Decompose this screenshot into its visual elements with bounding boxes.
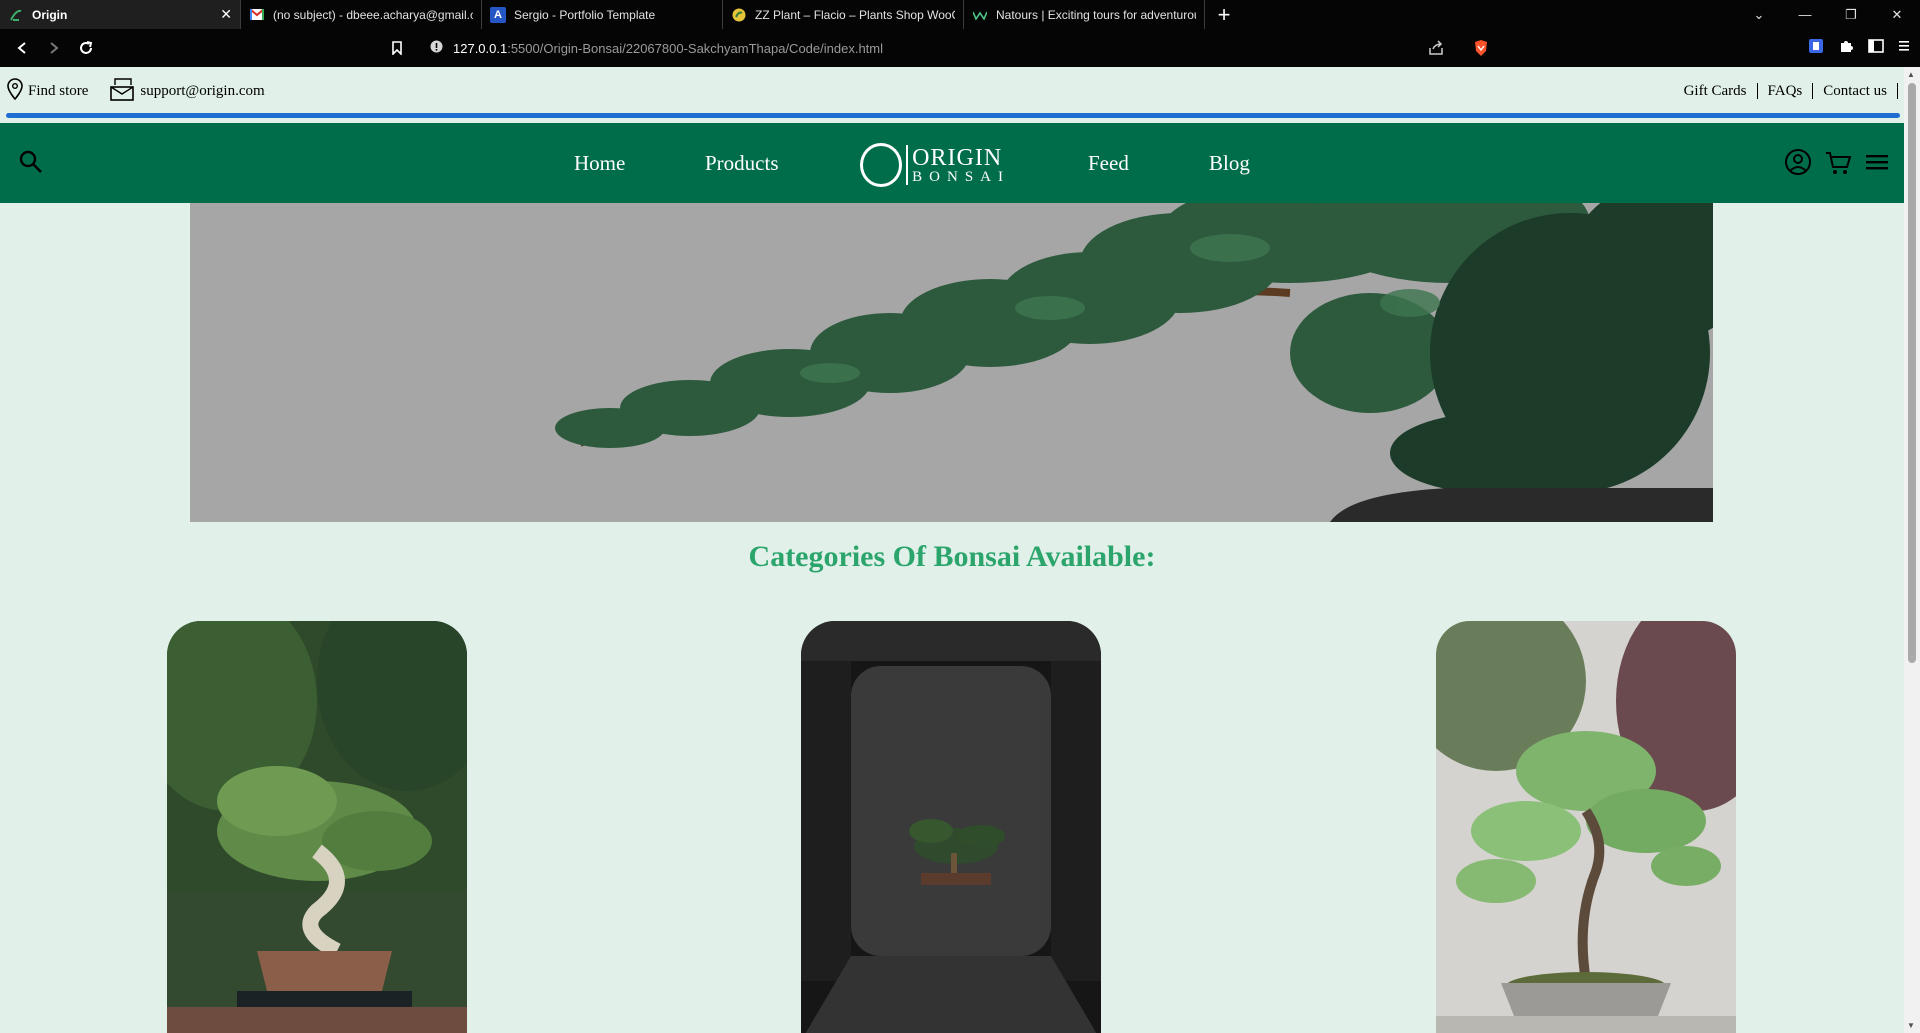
nav-products[interactable]: Products <box>705 151 779 176</box>
sidebar-toggle-icon[interactable] <box>1868 38 1884 58</box>
extensions-puzzle-icon[interactable] <box>1838 38 1854 59</box>
contact-us-link[interactable]: Contact us <box>1813 83 1898 99</box>
origin-bonsai-logo[interactable]: ORIGIN BONSAI <box>860 141 1010 189</box>
site-info-icon[interactable] <box>430 40 443 56</box>
restore-icon[interactable]: ❐ <box>1828 7 1874 23</box>
tab-sergio[interactable]: A Sergio - Portfolio Template <box>482 0 723 29</box>
gmail-icon <box>249 7 265 23</box>
main-navigation: Home Products Feed Blog ORIGIN BONSAI <box>0 123 1904 203</box>
url-path: :5500/Origin-Bonsai/22067800-SakchyamTha… <box>507 40 883 56</box>
category-card[interactable] <box>167 621 467 1033</box>
close-window-icon[interactable]: ✕ <box>1874 7 1920 23</box>
tab-natours[interactable]: Natours | Exciting tours for adventurou <box>964 0 1205 29</box>
tab-title: (no subject) - dbeee.acharya@gmail.c <box>273 7 473 22</box>
category-card[interactable] <box>801 621 1101 1033</box>
hero-bonsai-image <box>190 203 1713 522</box>
tab-title: Natours | Exciting tours for adventurou <box>996 7 1196 22</box>
tab-title: Origin <box>32 7 68 22</box>
faqs-link[interactable]: FAQs <box>1758 83 1814 99</box>
forward-icon[interactable] <box>38 32 70 64</box>
tab-search-chevron-icon[interactable]: ⌄ <box>1736 7 1782 23</box>
web-page: Find store support@origin.com Gift Cards… <box>0 67 1904 1033</box>
logo-top: ORIGIN <box>912 144 1003 171</box>
cart-icon[interactable] <box>1824 147 1852 182</box>
find-store-link[interactable]: Find store <box>6 77 89 105</box>
brave-shield-icon[interactable] <box>1473 39 1489 62</box>
url-host: 127.0.0.1 <box>453 40 508 56</box>
tab-title: ZZ Plant – Flacio – Plants Shop WooCo <box>755 7 955 22</box>
hamburger-menu-icon[interactable] <box>1864 147 1890 182</box>
url-field[interactable]: 127.0.0.1:5500/Origin-Bonsai/22067800-Sa… <box>430 36 883 60</box>
share-icon[interactable] <box>1428 40 1444 61</box>
toolbar-icons <box>1808 29 1910 67</box>
bookmark-icon[interactable] <box>381 32 413 64</box>
support-email-link[interactable]: support@origin.com <box>110 77 265 106</box>
nav-blog[interactable]: Blog <box>1209 151 1250 176</box>
browser-menu-icon[interactable] <box>1898 39 1910 58</box>
tab-title: Sergio - Portfolio Template <box>514 7 656 22</box>
scroll-up-icon[interactable]: ▲ <box>1907 70 1915 79</box>
minimize-icon[interactable]: — <box>1782 7 1828 22</box>
close-tab-icon[interactable]: ✕ <box>220 6 232 23</box>
scrollbar-thumb[interactable] <box>1908 83 1916 663</box>
logo-bottom: BONSAI <box>912 168 1010 185</box>
bonsai-favicon-icon <box>8 7 24 23</box>
back-icon[interactable] <box>6 32 38 64</box>
logo-wordmark: ORIGIN BONSAI <box>912 146 1010 185</box>
new-tab-button[interactable]: + <box>1205 0 1243 29</box>
category-image-pine <box>1436 621 1736 1033</box>
tab-gmail[interactable]: (no subject) - dbeee.acharya@gmail.c <box>241 0 482 29</box>
nav-action-icons <box>1784 147 1890 182</box>
gift-cards-link[interactable]: Gift Cards <box>1674 83 1758 99</box>
page-scrollbar[interactable]: ▲ ▼ <box>1904 67 1920 1033</box>
nav-feed[interactable]: Feed <box>1088 151 1129 176</box>
category-image-dark-room <box>801 621 1101 1033</box>
mail-icon <box>110 77 136 106</box>
utility-bar: Find store support@origin.com Gift Cards… <box>0 67 1904 115</box>
browser-tab-bar: Origin ✕ (no subject) - dbeee.acharya@gm… <box>0 0 1920 29</box>
natours-icon <box>972 7 988 23</box>
logo-divider <box>906 145 909 185</box>
address-bar-row: 127.0.0.1:5500/Origin-Bonsai/22067800-Sa… <box>0 29 1920 67</box>
support-email: support@origin.com <box>140 82 265 99</box>
window-controls: ⌄ — ❐ ✕ <box>1736 0 1920 29</box>
tab-zz-plant[interactable]: ZZ Plant – Flacio – Plants Shop WooCo <box>723 0 964 29</box>
plant-shop-icon <box>731 7 747 23</box>
account-icon[interactable] <box>1784 147 1812 182</box>
location-pin-icon <box>6 77 24 105</box>
reload-icon[interactable] <box>70 32 102 64</box>
find-store-label: Find store <box>28 82 89 99</box>
letter-a-icon: A <box>490 6 506 23</box>
category-image-juniper <box>167 621 467 1033</box>
nav-home[interactable]: Home <box>574 151 625 176</box>
category-card[interactable] <box>1436 621 1736 1033</box>
scroll-down-icon[interactable]: ▼ <box>1907 1021 1915 1030</box>
extension-b-icon[interactable] <box>1808 38 1824 59</box>
categories-heading: Categories Of Bonsai Available: <box>748 540 1156 573</box>
logo-ring <box>860 143 903 187</box>
tab-origin[interactable]: Origin ✕ <box>0 0 241 29</box>
accent-divider <box>6 113 1900 118</box>
